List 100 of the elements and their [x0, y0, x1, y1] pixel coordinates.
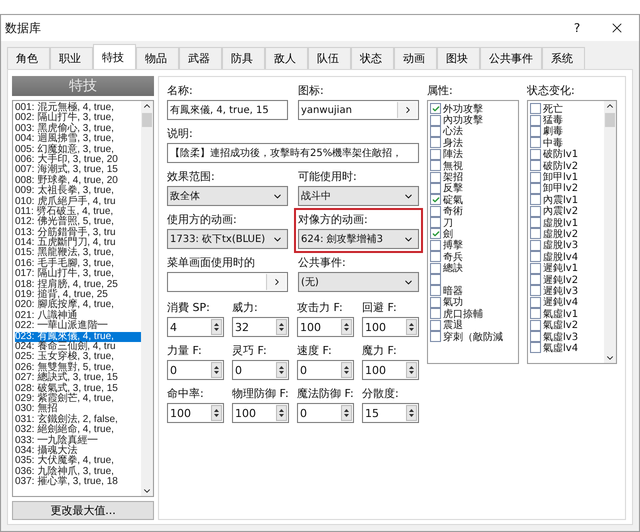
number-field[interactable]: 0: [297, 360, 354, 380]
tab[interactable]: 队伍: [308, 47, 351, 69]
help-button[interactable]: ?: [559, 21, 595, 35]
checkbox[interactable]: [530, 217, 541, 228]
tab[interactable]: 公共事件: [480, 47, 542, 69]
scroll-thumb[interactable]: [142, 113, 152, 127]
number-field[interactable]: 0: [232, 360, 289, 380]
spin-button[interactable]: [211, 405, 222, 421]
number-field[interactable]: 0: [167, 360, 224, 380]
list-item[interactable]: 007: 海潮式, 3, true, 15: [15, 165, 141, 176]
list-item[interactable]: 037: 摧心掌, 3, true, 18: [15, 477, 141, 488]
number-field[interactable]: 100: [297, 317, 354, 337]
tab[interactable]: 状态: [351, 47, 394, 69]
checkbox[interactable]: [530, 274, 541, 286]
checkbox[interactable]: [430, 137, 441, 148]
checkbox[interactable]: [530, 126, 541, 137]
spin-button[interactable]: [341, 319, 352, 335]
checkbox[interactable]: [430, 251, 441, 262]
checkbox[interactable]: [530, 172, 541, 183]
change-max-button[interactable]: 更改最大值...: [12, 501, 154, 520]
checkbox[interactable]: [530, 228, 541, 240]
list-item[interactable]: 020: 腳底按摩, 4, true,: [15, 300, 141, 311]
tab[interactable]: 防具: [222, 47, 265, 69]
checkbox[interactable]: [530, 251, 541, 262]
checkbox[interactable]: [530, 114, 541, 126]
list-item[interactable]: 010: 虎爪絕戶手, 4, tru: [15, 196, 141, 207]
list-item[interactable]: 004: 迴風拂雪, 3, true,: [15, 134, 141, 145]
checkbox[interactable]: [430, 228, 441, 240]
spin-button[interactable]: [406, 405, 417, 421]
list-item[interactable]: 015: 黑龍鞭法, 3, true,: [15, 248, 141, 259]
list-item[interactable]: 012: 佛光普照, 5, true,: [15, 217, 141, 228]
picker-field[interactable]: [167, 272, 288, 292]
list-item[interactable]: 025: 玉女穿梭, 3, true,: [15, 352, 141, 363]
list-item[interactable]: 028: 破氣式, 3, true, 15: [15, 384, 141, 394]
scrollbar[interactable]: [604, 101, 616, 363]
dropdown[interactable]: (无): [298, 272, 419, 292]
number-field[interactable]: 0: [297, 403, 354, 423]
checkbox[interactable]: [530, 148, 541, 160]
number-field[interactable]: 4: [167, 317, 224, 337]
checkbox[interactable]: [430, 194, 441, 206]
checkbox[interactable]: [430, 331, 441, 342]
checkbox[interactable]: [430, 206, 441, 217]
list-item[interactable]: 035: 大伏魔拳, 4, true,: [15, 456, 141, 467]
list-item[interactable]: 031: 玄鐵劍法, 2, false,: [15, 414, 141, 426]
tab[interactable]: 角色: [7, 47, 50, 69]
checkbox[interactable]: [430, 182, 441, 194]
checkbox[interactable]: [430, 308, 441, 320]
list-item[interactable]: 033: ━九陰真經━: [15, 436, 141, 446]
checkbox[interactable]: [430, 274, 441, 286]
scroll-thumb[interactable]: [605, 113, 615, 127]
list-item[interactable]: 009: 太祖長拳, 3, true,: [15, 186, 141, 197]
spin-button[interactable]: [211, 319, 222, 335]
list-item[interactable]: 022: ━華山派進階━: [15, 321, 141, 332]
checkbox[interactable]: [430, 148, 441, 160]
spin-button[interactable]: [406, 319, 417, 335]
checkbox[interactable]: [530, 262, 541, 274]
checkbox[interactable]: [430, 160, 441, 172]
spin-button[interactable]: [341, 362, 352, 378]
dropdown[interactable]: 敌全体: [167, 186, 288, 206]
tab[interactable]: 动画: [394, 47, 437, 69]
number-field[interactable]: 15: [362, 403, 419, 423]
checkbox[interactable]: [530, 194, 541, 206]
number-field[interactable]: 100: [232, 403, 289, 423]
checkbox[interactable]: [430, 262, 441, 274]
list-item[interactable]: 027: 總訣式, 3, true, 15: [15, 373, 141, 384]
checkbox[interactable]: [430, 320, 441, 331]
tab[interactable]: 职业: [50, 47, 93, 69]
checkbox[interactable]: [430, 285, 441, 296]
checkbox[interactable]: [430, 126, 441, 137]
tab[interactable]: 特技: [93, 44, 136, 69]
tab[interactable]: 武器: [179, 47, 222, 69]
tab[interactable]: 图块: [437, 47, 480, 69]
tab[interactable]: 系统: [542, 47, 585, 69]
number-field[interactable]: 100: [167, 403, 224, 423]
checkbox[interactable]: [430, 296, 441, 308]
spin-button[interactable]: [276, 362, 287, 378]
checkbox[interactable]: [530, 296, 541, 308]
tab[interactable]: 物品: [136, 47, 179, 69]
scrollbar[interactable]: [141, 101, 153, 496]
dropdown[interactable]: 战斗中: [298, 186, 419, 206]
checkbox[interactable]: [530, 103, 541, 114]
tab[interactable]: 敌人: [265, 47, 308, 69]
text-field[interactable]: 有鳳來儀, 4, true, 15: [167, 100, 288, 120]
checkbox[interactable]: [430, 103, 441, 114]
checkbox[interactable]: [430, 240, 441, 251]
text-field[interactable]: 【陰柔】連招成功後，攻擊時有25%機率架住敵招，: [167, 143, 419, 163]
checkbox[interactable]: [530, 160, 541, 172]
checkbox[interactable]: [530, 320, 541, 331]
dropdown[interactable]: 624: 劍攻擊增補3: [298, 229, 419, 249]
checkbox[interactable]: [530, 331, 541, 342]
checkbox[interactable]: [530, 182, 541, 194]
spin-button[interactable]: [341, 405, 352, 421]
checkbox[interactable]: [430, 217, 441, 228]
picker-field[interactable]: yanwujian: [298, 100, 419, 120]
number-field[interactable]: 100: [362, 360, 419, 380]
checkbox[interactable]: [530, 308, 541, 320]
checkbox[interactable]: [530, 285, 541, 296]
list-item[interactable]: 017: 隔山打牛, 3, true,: [15, 269, 141, 280]
checkbox[interactable]: [430, 172, 441, 183]
list-item[interactable]: 005: 幻魔如意, 3, true,: [15, 144, 141, 155]
